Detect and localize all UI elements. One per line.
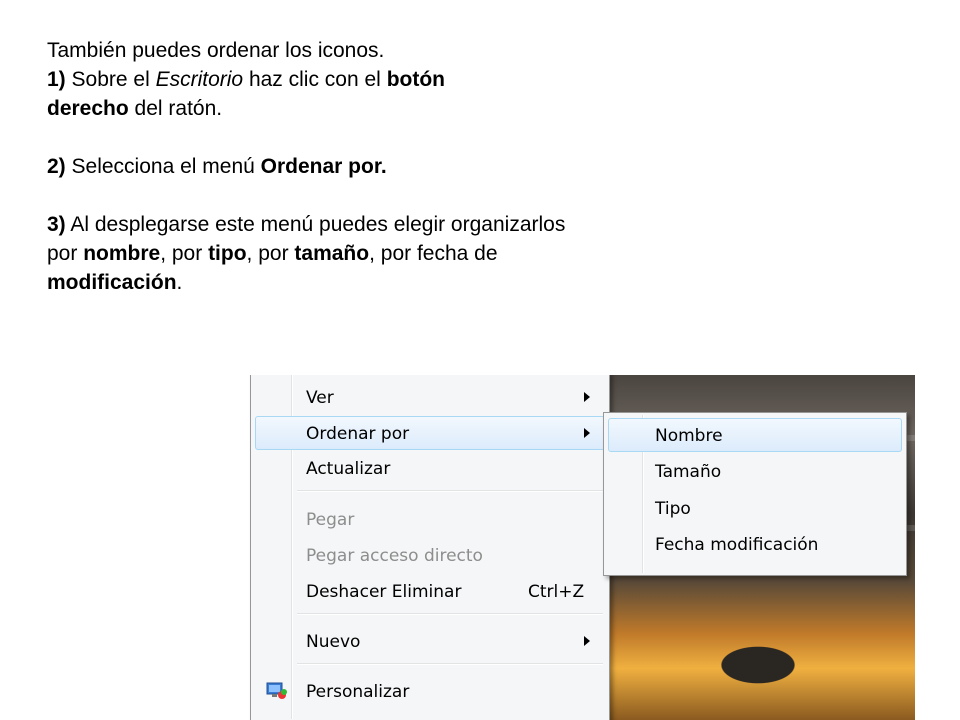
sort-submenu: Nombre Tamaño Tipo Fecha modificación xyxy=(603,412,907,576)
menu-item-ordenar-por[interactable]: Ordenar por xyxy=(255,416,605,450)
instructions: También puedes ordenar los iconos. 1) So… xyxy=(47,36,587,297)
menu-item-deshacer-eliminar[interactable]: Deshacer Eliminar Ctrl+Z xyxy=(255,574,605,608)
step-3: 3) Al desplegarse este menú puedes elegi… xyxy=(47,213,566,294)
personalize-icon xyxy=(266,681,288,701)
submenu-arrow-icon xyxy=(584,428,590,438)
submenu-item-tipo[interactable]: Tipo xyxy=(608,491,902,525)
menu-item-actualizar[interactable]: Actualizar xyxy=(255,451,605,485)
menu-separator xyxy=(297,613,603,615)
submenu-arrow-icon xyxy=(584,392,590,402)
submenu-item-tamano[interactable]: Tamaño xyxy=(608,454,902,488)
menu-item-pegar: Pegar xyxy=(306,510,355,530)
shortcut-label: Ctrl+Z xyxy=(528,582,585,602)
menu-item-ver[interactable]: Ver xyxy=(255,380,605,414)
submenu-item-fecha-modificacion[interactable]: Fecha modificación xyxy=(608,527,902,561)
intro-line: También puedes ordenar los iconos. xyxy=(47,39,385,62)
menu-item-pegar-acceso-directo: Pegar acceso directo xyxy=(306,546,483,566)
desktop-screenshot: Ver Ordenar por Actualizar Pegar Pegar a… xyxy=(248,375,915,720)
menu-item-personalizar[interactable]: Personalizar xyxy=(255,674,605,708)
step-1: 1) Sobre el Escritorio haz clic con el b… xyxy=(47,68,445,120)
menu-item-nuevo[interactable]: Nuevo xyxy=(255,624,605,658)
submenu-arrow-icon xyxy=(584,636,590,646)
context-menu: Ver Ordenar por Actualizar Pegar Pegar a… xyxy=(250,375,610,720)
submenu-item-nombre[interactable]: Nombre xyxy=(608,418,902,452)
menu-separator xyxy=(297,490,603,492)
menu-separator xyxy=(297,663,603,665)
step-2: 2) Selecciona el menú Ordenar por. xyxy=(47,155,387,178)
